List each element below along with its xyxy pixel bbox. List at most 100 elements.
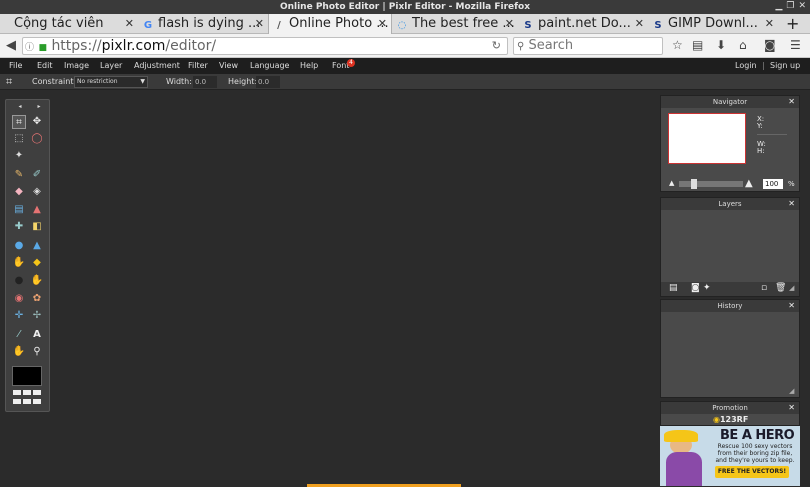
tab-1[interactable]: Cộng tác viên ✕: [0, 14, 138, 34]
s-logo-icon: S: [524, 20, 532, 31]
close-tab-icon[interactable]: ✕: [635, 14, 644, 34]
resize-grip-icon[interactable]: ◢: [789, 387, 794, 395]
loading-icon: ◌: [397, 20, 407, 31]
lasso-tool-icon[interactable]: ◯: [30, 132, 44, 146]
zoom-slider[interactable]: [679, 179, 743, 189]
foreground-color-swatch[interactable]: [12, 366, 42, 386]
crop-icon: ⌗: [6, 75, 13, 88]
stamp-tool-icon[interactable]: ▲: [30, 203, 44, 217]
hand-tool-icon[interactable]: ✋: [12, 345, 26, 359]
constraint-select[interactable]: No restriction ▼: [74, 76, 148, 88]
minimize-icon[interactable]: ▁: [775, 1, 782, 11]
move-tool-icon[interactable]: ✥: [30, 115, 44, 129]
brand-logo-icon: ◉: [713, 415, 720, 424]
brush-tool-icon[interactable]: ✐: [30, 168, 44, 182]
back-icon[interactable]: ◀: [6, 38, 16, 53]
menu-file[interactable]: File: [9, 58, 22, 74]
menu-layer[interactable]: Layer: [100, 58, 122, 74]
close-panel-icon[interactable]: ✕: [788, 300, 795, 312]
close-tab-icon[interactable]: ✕: [255, 14, 264, 34]
menu-help[interactable]: Help: [300, 58, 318, 74]
promotion-ad[interactable]: BE A HERO Rescue 100 sexy vectors from t…: [660, 426, 800, 486]
zoom-out-icon[interactable]: ▲: [669, 179, 674, 187]
text-tool-icon[interactable]: A: [30, 328, 44, 342]
tab-5[interactable]: Spaint.net Do... ✕: [518, 14, 648, 34]
new-tab-button[interactable]: +: [782, 14, 804, 34]
color-replace-icon[interactable]: ◧: [30, 220, 44, 234]
zoom-tool-icon[interactable]: ⚲: [30, 345, 44, 359]
smudge-tool-icon[interactable]: ✋: [12, 256, 26, 270]
signup-link[interactable]: Sign up: [770, 58, 800, 74]
eraser-tool-icon[interactable]: ◆: [12, 185, 26, 199]
collapse-right-icon[interactable]: ▸: [32, 100, 46, 114]
reload-icon[interactable]: ↻: [492, 38, 501, 54]
gradient-tool-icon[interactable]: ▤: [12, 203, 26, 217]
font-notification-badge: 4: [347, 59, 355, 67]
resize-grip-icon[interactable]: ◢: [789, 284, 794, 292]
url-bar[interactable]: ⓘ ■ https://pixlr.com/editor/ ↻: [22, 37, 508, 55]
home-icon[interactable]: ⌂: [739, 38, 747, 52]
layer-mask-icon[interactable]: ◙: [691, 283, 700, 293]
height-field[interactable]: 0.0: [256, 76, 280, 88]
paint-bucket-icon[interactable]: ◈: [30, 185, 44, 199]
y-label: Y:: [757, 122, 763, 130]
layer-settings-icon[interactable]: ▤: [669, 283, 678, 293]
hamburger-menu-icon[interactable]: ☰: [790, 38, 801, 52]
heal-tool-icon[interactable]: ✚: [12, 220, 26, 234]
menu-image[interactable]: Image: [64, 58, 89, 74]
layer-styles-icon[interactable]: ✦: [703, 283, 711, 293]
navigator-preview[interactable]: [668, 113, 746, 164]
promo-body-1: Rescue 100 sexy vectors: [717, 443, 793, 450]
menu-edit[interactable]: Edit: [37, 58, 53, 74]
grid-view-icon[interactable]: [13, 390, 43, 406]
bookmark-star-icon[interactable]: ☆: [672, 38, 683, 52]
zoom-slider-handle[interactable]: [691, 179, 697, 189]
tab-3-active[interactable]: / Online Photo ... ✕: [268, 14, 392, 34]
menu-view[interactable]: View: [219, 58, 238, 74]
bloat-tool-icon[interactable]: ✛: [12, 309, 26, 323]
width-field[interactable]: 0.0: [193, 76, 217, 88]
history-panel: History ✕ ◢: [660, 299, 800, 398]
menu-language[interactable]: Language: [250, 58, 289, 74]
burn-tool-icon[interactable]: ●: [12, 274, 26, 288]
menu-filter[interactable]: Filter: [188, 58, 208, 74]
close-tab-icon[interactable]: ✕: [125, 14, 134, 34]
close-tab-icon[interactable]: ✕: [765, 14, 774, 34]
restore-icon[interactable]: ❐: [786, 1, 794, 11]
red-eye-tool-icon[interactable]: ◉: [12, 292, 26, 306]
color-picker-icon[interactable]: ⁄: [12, 328, 26, 342]
trash-icon[interactable]: 🗑: [775, 283, 786, 293]
close-window-icon[interactable]: ✕: [798, 1, 806, 11]
menu-adjustment[interactable]: Adjustment: [134, 58, 180, 74]
zoom-in-icon[interactable]: ▲: [745, 178, 753, 189]
tool-options-bar: ⌗ Constraint: No restriction ▼ Width: 0.…: [0, 74, 810, 90]
magic-wand-icon[interactable]: ✦: [12, 149, 26, 163]
crop-tool-icon[interactable]: ⌗: [12, 115, 26, 129]
sponge-tool-icon[interactable]: ◆: [30, 256, 44, 270]
pinch-tool-icon[interactable]: ✢: [30, 309, 44, 323]
zoom-field[interactable]: 100: [763, 179, 783, 189]
sharpen-tool-icon[interactable]: ▲: [30, 239, 44, 253]
reading-list-icon[interactable]: ▤: [692, 38, 703, 52]
pencil-tool-icon[interactable]: ✎: [12, 168, 26, 182]
tab-2[interactable]: Gflash is dying ... ✕: [138, 14, 268, 34]
search-bar[interactable]: ⚲ Search: [513, 37, 663, 55]
close-panel-icon[interactable]: ✕: [788, 402, 795, 414]
dodge-tool-icon[interactable]: ✋: [30, 274, 44, 288]
collapse-left-icon[interactable]: ◂: [13, 100, 27, 114]
close-panel-icon[interactable]: ✕: [788, 198, 795, 210]
new-layer-icon[interactable]: ▫: [761, 283, 767, 293]
close-tab-icon[interactable]: ✕: [378, 14, 387, 34]
marquee-tool-icon[interactable]: ⬚: [12, 132, 26, 146]
login-link[interactable]: Login: [735, 58, 757, 74]
pocket-icon[interactable]: ◙: [764, 38, 776, 52]
download-icon[interactable]: ⬇: [716, 38, 726, 52]
close-tab-icon[interactable]: ✕: [505, 14, 514, 34]
tab-6[interactable]: S GIMP Downl... ✕: [648, 14, 778, 34]
spot-heal-icon[interactable]: ✿: [30, 292, 44, 306]
free-vectors-button[interactable]: FREE THE VECTORS!: [715, 466, 789, 478]
info-icon[interactable]: ⓘ: [25, 43, 34, 53]
tab-4[interactable]: ◌ The best free ... ✕: [392, 14, 518, 34]
close-panel-icon[interactable]: ✕: [788, 96, 795, 108]
blur-tool-icon[interactable]: ●: [12, 239, 26, 253]
